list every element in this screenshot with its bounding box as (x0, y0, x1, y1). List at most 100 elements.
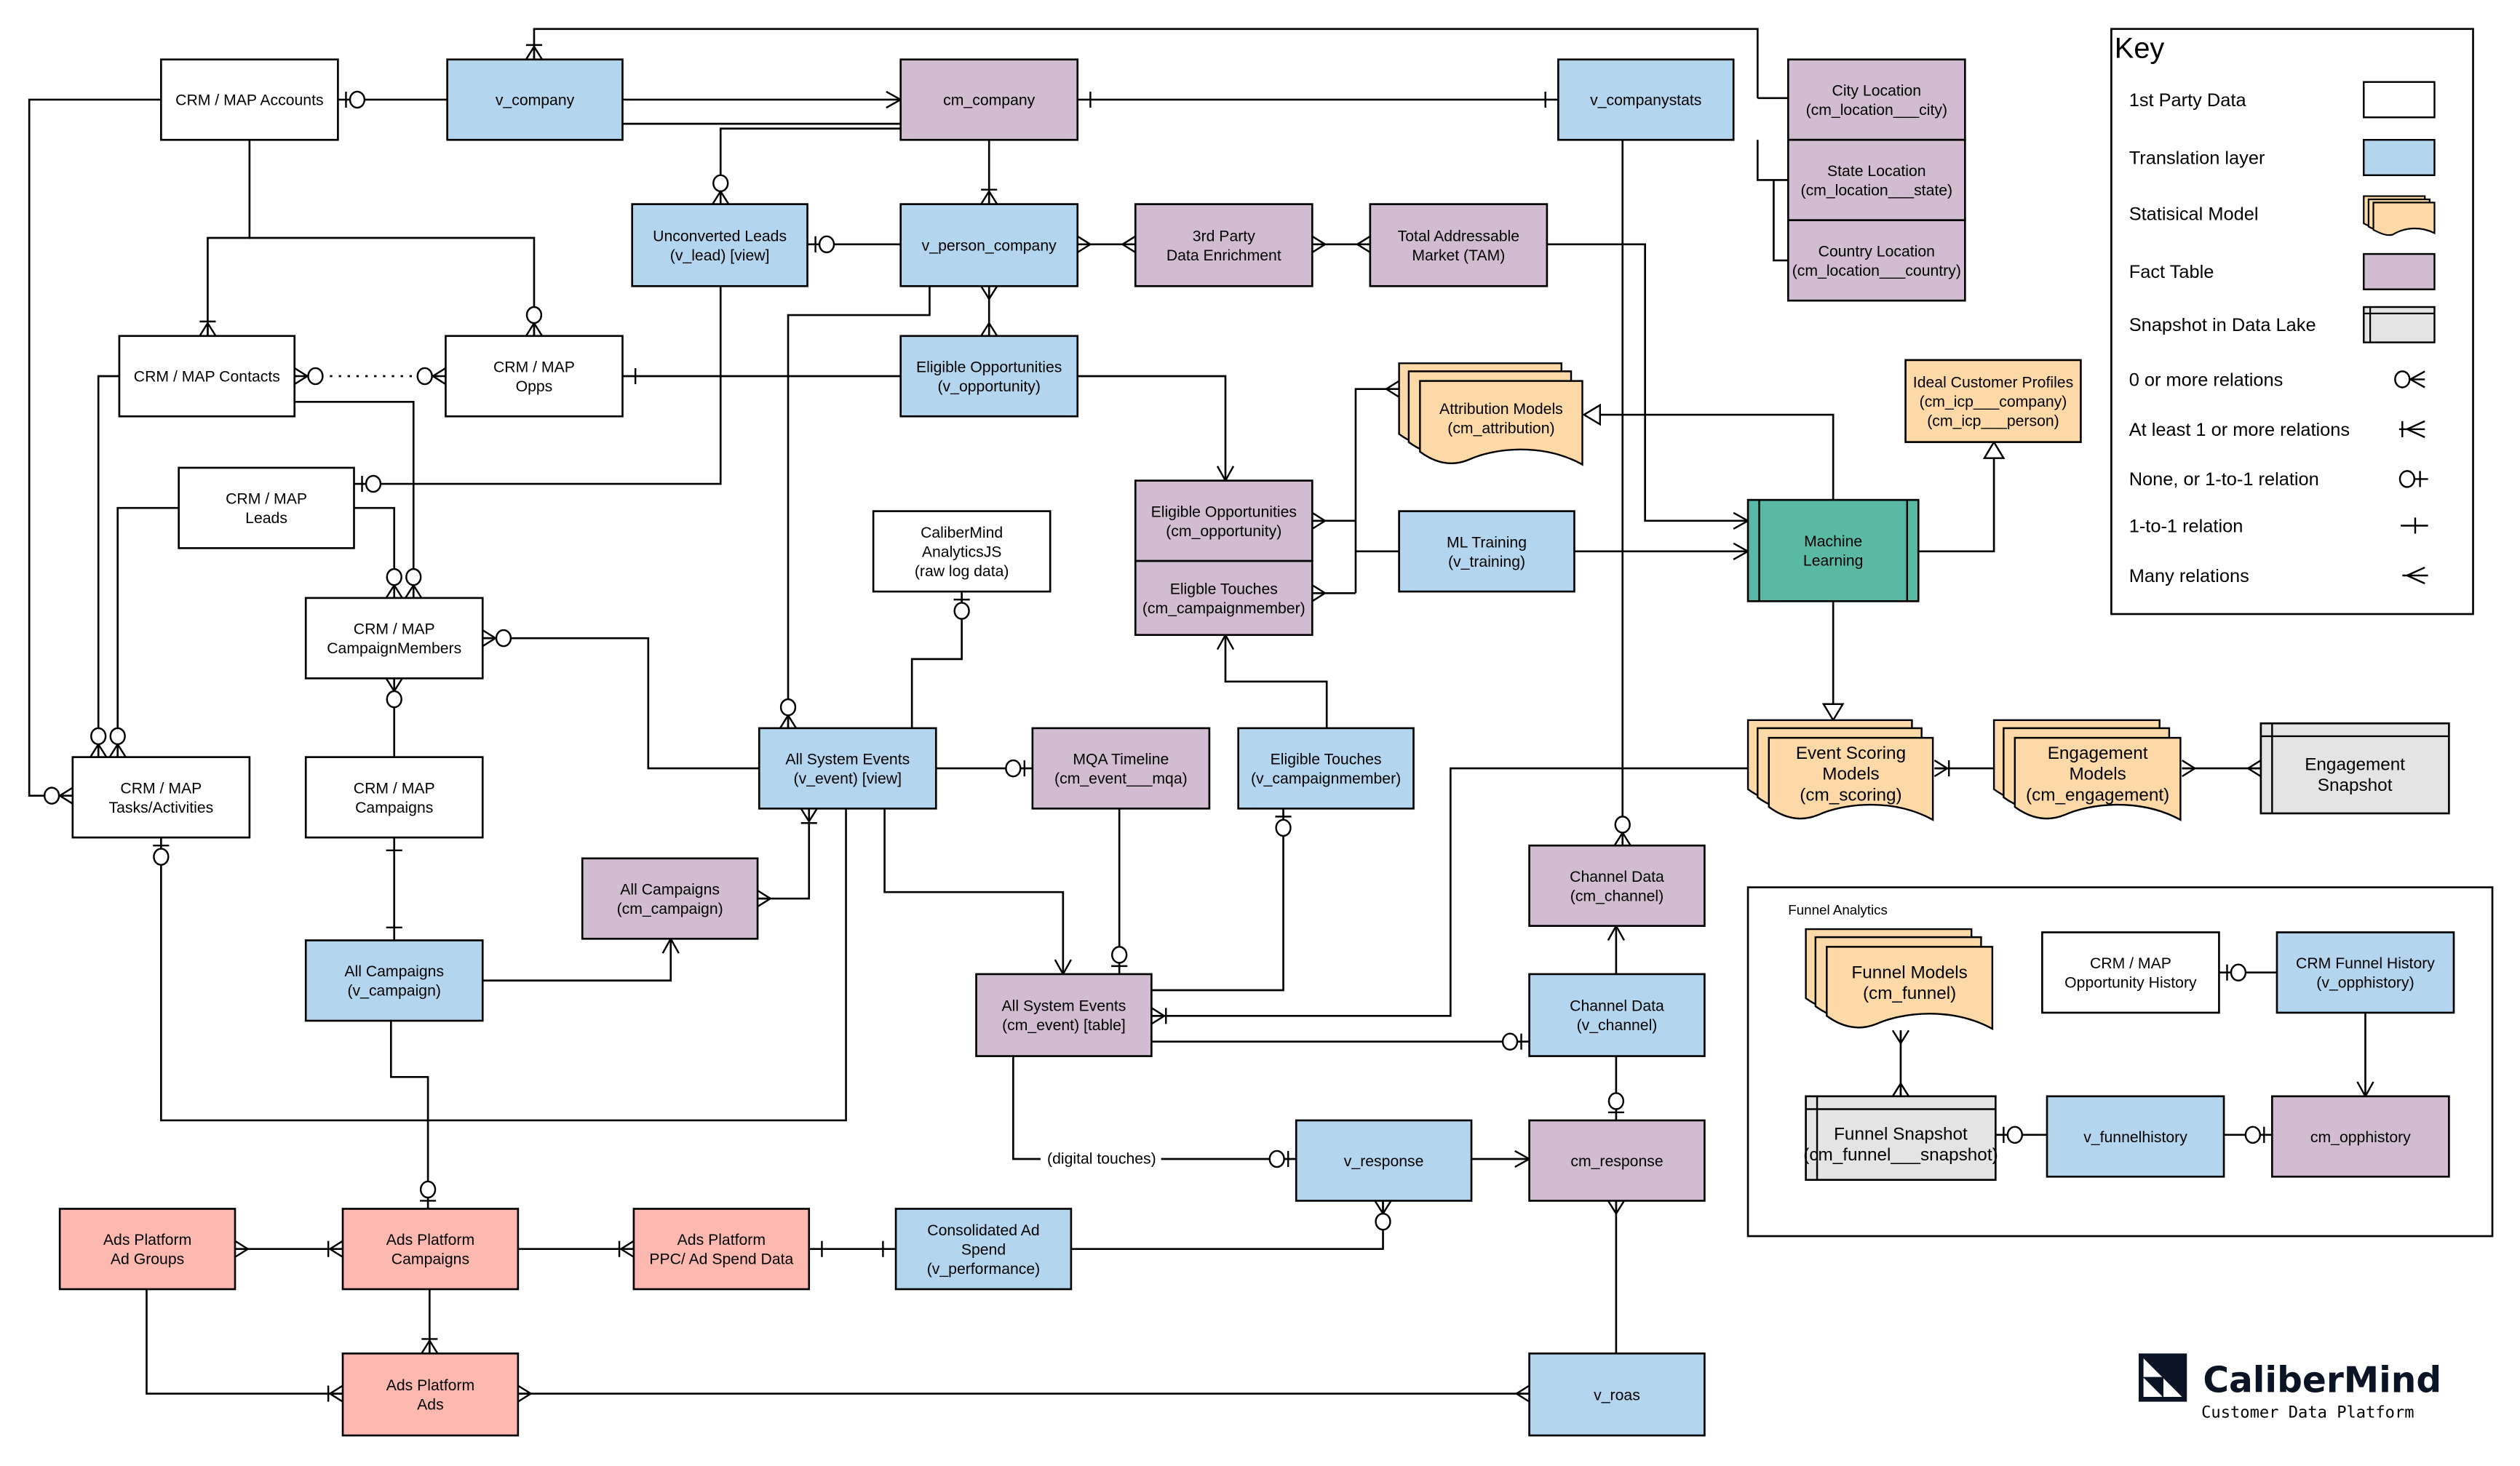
v-companystats-label: v_companystats (1590, 92, 1701, 109)
svg-text:0 or more relations: 0 or more relations (2129, 370, 2283, 390)
white-box-icon (2363, 81, 2436, 119)
node-crm-opps: CRM / MAP Opps (445, 335, 624, 418)
node-unconverted-leads: Unconverted Leads (v_lead) [view] (631, 203, 808, 287)
zero-or-many-icon (2394, 370, 2411, 389)
analyticsjs-label: CaliberMind AnalyticsJS (raw log data) (915, 525, 1009, 580)
edge (482, 637, 760, 770)
node-third-party: 3rd Party Data Enrichment (1134, 203, 1313, 287)
calibermind-logo: CaliberMind Customer Data Platform (2138, 1353, 2441, 1422)
cm-response-label: cm_response (1570, 1153, 1663, 1170)
edge (28, 98, 162, 797)
crm-accounts-label: CRM / MAP Accounts (175, 92, 323, 109)
node-attribution-models: Attribution Models (cm_attribution) (1398, 362, 1583, 466)
legend: Key 1st Party Data Translation layer Stati… (2110, 28, 2474, 616)
blue-box-icon (2363, 139, 2436, 177)
node-event-scoring: Event Scoring Models (cm_scoring) (1746, 719, 1934, 821)
edge (1224, 634, 1328, 728)
crm-contacts-label: CRM / MAP Contacts (134, 369, 280, 386)
svg-text:At least 1 or more relations: At least 1 or more relations (2129, 420, 2350, 440)
edge (249, 236, 536, 336)
node-eligible-touches-cm: Eligble Touches (cm_campaignmember) (1134, 559, 1313, 637)
svg-text:Translation layer: Translation layer (2129, 148, 2265, 168)
node-channel-v: Channel Data (v_channel) (1528, 973, 1706, 1057)
edge (482, 939, 672, 982)
node-consolidated-spend: Consolidated Ad Spend (v_performance) (894, 1208, 1073, 1291)
node-engagement-snapshot: Engagement Snapshot (2259, 722, 2450, 815)
node-cm-company: cm_company (899, 58, 1079, 141)
edge (160, 808, 847, 1122)
edge-label-digital-touches: (digital touches) (1047, 1151, 1156, 1168)
funnel-models-label: Funnel Models (cm_funnel) (1851, 963, 1967, 1003)
node-crm-campaigns: CRM / MAP Campaigns (304, 756, 484, 839)
node-cm-response: cm_response (1528, 1119, 1706, 1202)
node-ml-training: ML Training (v_training) (1398, 510, 1575, 593)
funnel-analytics-title: Funnel Analytics (1788, 902, 1888, 917)
brand-tagline: Customer Data Platform (2201, 1403, 2414, 1422)
node-engagement-models: Engagement Models (cm_engagement) (1992, 719, 2182, 821)
node-crm-campaignmembers: CRM / MAP CampaignMembers (304, 597, 484, 680)
node-crm-opp-history: CRM / MAP Opportunity History (2041, 931, 2220, 1014)
node-v-person-company: v_person_company (899, 203, 1079, 287)
snapshot-box-icon (2363, 306, 2436, 343)
cm-company-label: cm_company (943, 92, 1035, 109)
edge (758, 808, 811, 900)
node-crm-funnel-history: CRM Funnel History (v_opphistory) (2275, 931, 2455, 1014)
edge (883, 808, 1065, 974)
node-city-location: City Location (cm_location___city) (1786, 58, 1966, 141)
edge (1151, 808, 1284, 992)
edge (1583, 413, 1835, 501)
purple-box-icon (2363, 252, 2436, 290)
edge (1070, 1200, 1384, 1251)
v-roas-label: v_roas (1594, 1387, 1640, 1403)
node-state-location: State Location (cm_location___state) (1786, 138, 1966, 222)
node-all-campaigns-cm: All Campaigns (cm_campaign) (581, 857, 759, 940)
node-crm-contacts: CRM / MAP Contacts (118, 335, 296, 418)
node-funnel-models: Funnel Models (cm_funnel) (1805, 928, 1994, 1031)
cm-opphistory-label: cm_opphistory (2310, 1129, 2411, 1146)
node-v-response: v_response (1295, 1119, 1473, 1202)
svg-text:1st Party Data: 1st Party Data (2129, 90, 2247, 111)
node-cm-opphistory: cm_opphistory (2271, 1095, 2450, 1178)
icp-label: Ideal Customer Profiles (cm_icp___company… (1913, 374, 2073, 429)
v-company-label: v_company (496, 92, 575, 109)
nodes-layer: CRM / MAP Accounts v_company cm_company v_c… (58, 58, 2455, 1437)
node-ads-campaigns: Ads Platform Campaigns (341, 1208, 520, 1291)
svg-text:1-to-1 relation: 1-to-1 relation (2129, 516, 2243, 536)
node-eligible-opps-v: Eligible Opportunities (v_opportunity) (899, 335, 1079, 418)
node-funnel-snapshot: Funnel Snapshot (cm_funnel___snapshot) (1803, 1095, 1998, 1182)
node-tam: Total Addressable Market (TAM) (1369, 203, 1549, 287)
node-crm-leads: CRM / MAP Leads (178, 466, 355, 549)
node-ads-ppc: Ads Platform PPC/ Ad Spend Data (632, 1208, 811, 1291)
brand-name: CaliberMind (2203, 1360, 2441, 1401)
edge (97, 375, 119, 757)
svg-text:Many relations: Many relations (2129, 566, 2249, 586)
node-all-events-v: All System Events (v_event) [view] (758, 727, 937, 810)
edge (1918, 442, 1995, 553)
node-all-campaigns-v: All Campaigns (v_campaign) (304, 939, 484, 1022)
edge (354, 506, 396, 598)
node-ads-ads: Ads Platform Ads (341, 1353, 520, 1437)
document-stack-icon (2372, 202, 2436, 236)
node-analyticsjs: CaliberMind AnalyticsJS (raw log data) (872, 510, 1052, 593)
svg-text:Snapshot in Data Lake: Snapshot in Data Lake (2129, 315, 2316, 335)
edge (1077, 375, 1227, 481)
node-all-events-cm: All System Events (cm_event) [table] (975, 973, 1153, 1057)
node-v-funnelhistory: v_funnelhistory (2046, 1095, 2225, 1178)
node-ads-ad-groups: Ads Platform Ad Groups (58, 1208, 237, 1291)
node-crm-accounts: CRM / MAP Accounts (160, 58, 339, 141)
node-machine-learning: Machine Learning (1746, 498, 1920, 602)
node-icp: Ideal Customer Profiles (cm_icp___company… (1904, 359, 2082, 443)
edge (1756, 140, 1789, 181)
edge (389, 1020, 429, 1209)
v-funnelhistory-label: v_funnelhistory (2083, 1129, 2187, 1146)
engagement-snapshot-label: Engagement Snapshot (2305, 754, 2405, 795)
v-response-label: v_response (1344, 1153, 1424, 1170)
edge (1012, 1056, 1041, 1160)
edge (1354, 388, 1399, 594)
node-v-companystats: v_companystats (1557, 58, 1735, 141)
node-v-company: v_company (446, 58, 624, 141)
edge (146, 1288, 343, 1395)
er-diagram: (digital touches) CRM / MAP Accounts v_co… (28, 28, 2494, 1437)
node-eligible-opps-cm: Eligible Opportunities (cm_opportunity) (1134, 479, 1313, 562)
svg-text:Statisical Model: Statisical Model (2129, 204, 2259, 225)
